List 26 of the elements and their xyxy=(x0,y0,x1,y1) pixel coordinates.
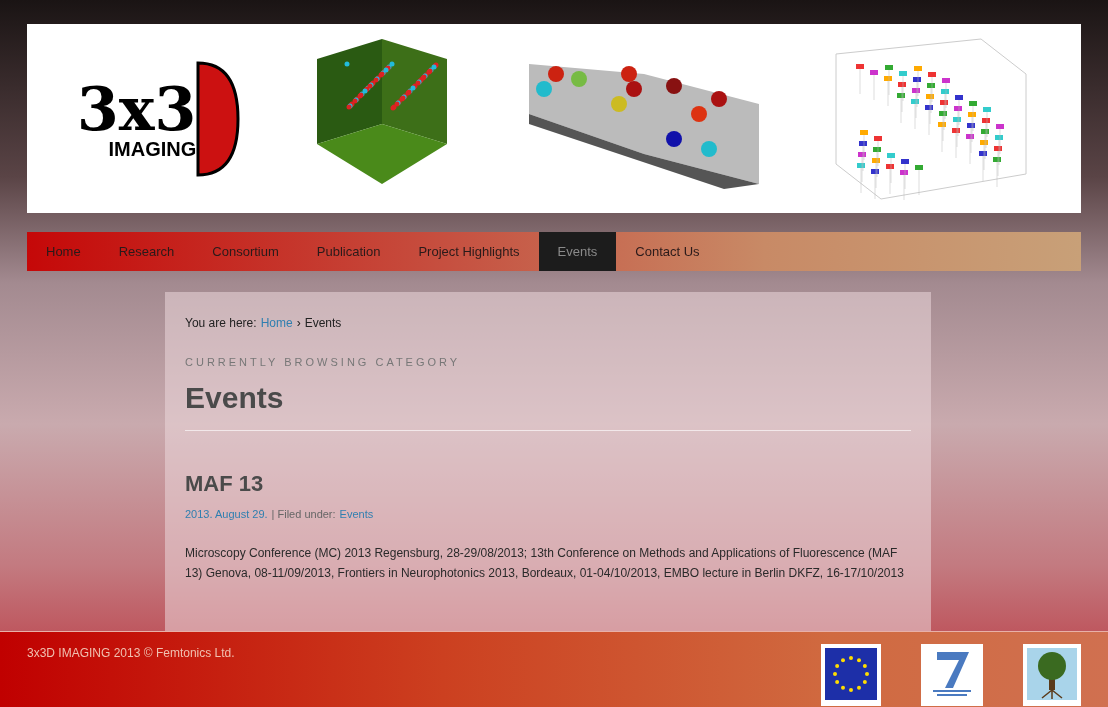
category-label: CURRENTLY BROWSING CATEGORY xyxy=(185,355,462,370)
nav-link[interactable]: Publication xyxy=(297,232,400,271)
nav-link[interactable]: Events xyxy=(538,232,617,271)
logo-title: 3x3 xyxy=(77,78,197,139)
copyright-text: 3x3D IMAGING 2013 © Femtonics Ltd. xyxy=(27,645,235,662)
flag-marker xyxy=(856,63,864,94)
nav-link[interactable]: Research xyxy=(99,232,194,271)
post-body: Microscopy Conference (MC) 2013 Regensburg, 28-29/08/2013; 13th Conference on Methods and Applications of Fluorescence (MAF 13) Genova, 08-11/09/2013, Frontiers in Neurophotonics 2013, Bordeaux, 01-04/10/2013, EMBO lecture in Berlin DKFZ, 16-17/10/2013 xyxy=(185,544,905,582)
breadcrumb-label: You are here: xyxy=(185,315,257,332)
flag-marker xyxy=(870,69,878,100)
post-date-link[interactable]: 2013. August 29. xyxy=(185,506,268,523)
nav-link[interactable]: Home xyxy=(27,232,100,271)
breadcrumb-current: Events xyxy=(304,315,342,332)
nav-link[interactable]: Consortium xyxy=(193,232,298,271)
post-title: MAF 13 xyxy=(185,470,265,498)
breadcrumb-link[interactable]: Home xyxy=(260,314,293,332)
nav-link[interactable]: Contact Us xyxy=(616,232,719,271)
nav-link[interactable]: Project Highlights xyxy=(399,232,539,271)
flag-marker xyxy=(915,164,923,195)
filed-under-label: | Filed under: xyxy=(271,507,336,522)
tree-icon xyxy=(1027,648,1077,700)
category-link[interactable]: Events xyxy=(339,506,374,523)
breadcrumb-separator: › xyxy=(296,315,301,332)
logo-subtitle: IMAGING xyxy=(108,138,197,159)
page-title: Events xyxy=(185,379,285,416)
eu-flag-icon xyxy=(825,648,877,700)
